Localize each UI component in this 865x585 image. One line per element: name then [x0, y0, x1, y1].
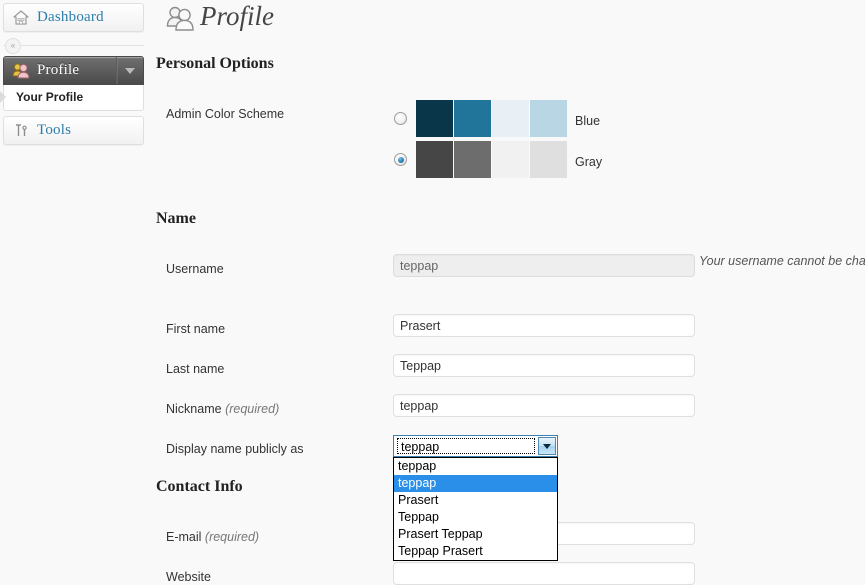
- section-heading-name: Name: [156, 210, 196, 227]
- website-label: Website: [166, 570, 211, 584]
- dropdown-option[interactable]: Teppap: [394, 509, 557, 526]
- dropdown-option[interactable]: Prasert Teppap: [394, 526, 557, 543]
- swatch-gray-2: [454, 141, 491, 178]
- sidebar-item-profile-label: Profile: [37, 62, 80, 78]
- sidebar-item-profile[interactable]: Profile: [3, 56, 144, 85]
- last-name-input[interactable]: [393, 354, 695, 377]
- main-content: Profile Personal Options Admin Color Sch…: [148, 0, 865, 585]
- current-item-marker-icon: [0, 91, 6, 103]
- display-name-label: Display name publicly as: [166, 442, 304, 456]
- sidebar-item-dashboard-label: Dashboard: [37, 9, 104, 25]
- sidebar-submenu-profile: Your Profile: [0, 85, 144, 111]
- collapse-menu-button[interactable]: «: [5, 38, 21, 54]
- swatch-blue-3: [492, 100, 529, 137]
- page-title: Profile: [200, 1, 274, 31]
- last-name-label: Last name: [166, 362, 225, 376]
- dashboard-house-icon: [12, 9, 30, 27]
- nickname-label: Nickname (required): [166, 402, 279, 416]
- chevron-down-icon[interactable]: [538, 437, 556, 455]
- website-input[interactable]: [393, 562, 695, 585]
- swatch-gray-3: [492, 141, 529, 178]
- display-name-select-value: teppap: [397, 438, 535, 454]
- sidebar-item-dashboard[interactable]: Dashboard: [3, 3, 144, 32]
- tools-icon: [12, 122, 30, 140]
- sidebar-item-your-profile[interactable]: Your Profile: [0, 89, 143, 105]
- dropdown-option[interactable]: teppap: [394, 458, 557, 475]
- section-heading-personal-options: Personal Options: [156, 55, 274, 72]
- swatch-blue-1: [416, 100, 453, 137]
- color-scheme-gray-label: Gray: [575, 155, 603, 169]
- nickname-label-text: Nickname: [166, 402, 222, 416]
- sidebar-item-tools-label: Tools: [37, 122, 72, 138]
- dropdown-option[interactable]: Prasert: [394, 492, 557, 509]
- swatch-blue-4: [530, 100, 567, 137]
- admin-sidebar: Dashboard « Profile Your Profile Tools: [0, 0, 148, 573]
- username-label: Username: [166, 262, 224, 276]
- section-heading-contact-info: Contact Info: [156, 478, 243, 495]
- users-icon: [12, 62, 30, 80]
- radio-color-scheme-blue[interactable]: [394, 112, 407, 125]
- dropdown-option[interactable]: Teppap Prasert: [394, 543, 557, 560]
- email-required-note: (required): [204, 530, 260, 544]
- radio-color-scheme-gray[interactable]: [394, 153, 407, 166]
- username-input: [393, 254, 695, 277]
- divider: [3, 45, 144, 46]
- first-name-label: First name: [166, 322, 226, 336]
- swatch-blue-2: [454, 100, 491, 137]
- page-title-users-icon: [165, 5, 195, 31]
- nickname-required-note: (required): [225, 402, 280, 416]
- swatch-gray-4: [530, 141, 567, 178]
- chevron-down-icon[interactable]: [116, 57, 143, 84]
- display-name-dropdown-list[interactable]: teppap teppap Prasert Teppap Prasert Tep…: [393, 457, 558, 561]
- swatch-gray-1: [416, 141, 453, 178]
- sidebar-item-tools[interactable]: Tools: [3, 116, 144, 145]
- sidebar-item-your-profile-label: Your Profile: [16, 90, 84, 104]
- display-name-select[interactable]: teppap: [393, 435, 558, 457]
- email-label: E-mail (required): [166, 530, 259, 544]
- email-label-text: E-mail: [166, 530, 202, 544]
- username-help-text: Your username cannot be changed.: [699, 254, 865, 268]
- sidebar-collapse-separator: «: [3, 38, 144, 54]
- dropdown-option-selected[interactable]: teppap: [394, 475, 557, 492]
- nickname-input[interactable]: [393, 394, 695, 417]
- first-name-input[interactable]: [393, 314, 695, 337]
- color-scheme-blue-label: Blue: [575, 114, 601, 128]
- admin-color-scheme-label: Admin Color Scheme: [166, 107, 285, 121]
